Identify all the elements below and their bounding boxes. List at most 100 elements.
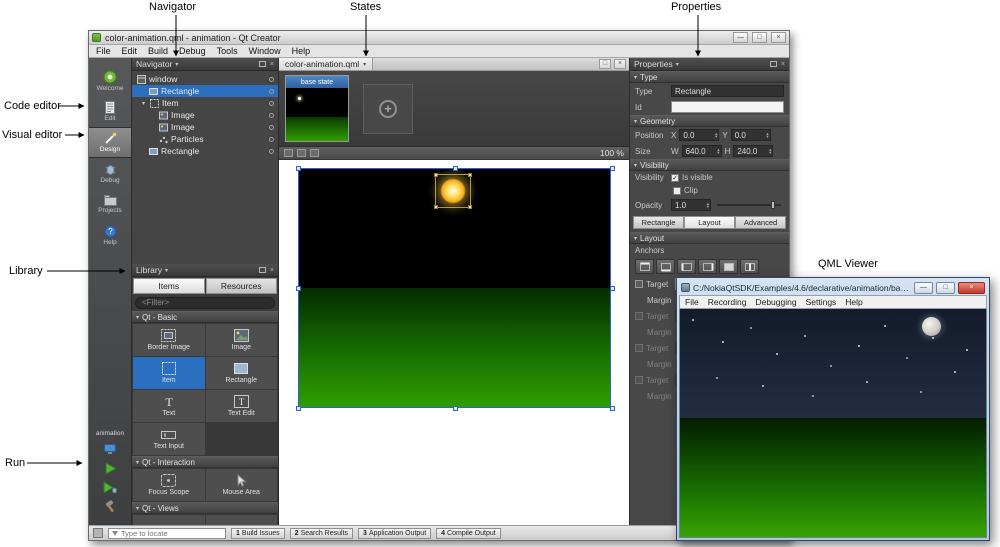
tab-advanced[interactable]: Advanced — [735, 216, 786, 229]
output-pane-compile-output[interactable]: 4 Compile Output — [436, 528, 501, 539]
mode-debug[interactable]: Debug — [89, 158, 131, 189]
menu-file[interactable]: File — [96, 46, 111, 56]
show-bounds-icon[interactable] — [310, 149, 319, 157]
document-tab[interactable]: color-animation.qml ▾ — [279, 58, 373, 70]
zoom-level[interactable]: 100 % — [600, 148, 624, 158]
tab-rectangle[interactable]: Rectangle — [633, 216, 684, 229]
creator-titlebar[interactable]: color-animation.qml - animation - Qt Cre… — [89, 31, 789, 45]
sun-resize-handle[interactable] — [468, 205, 472, 209]
target-selector-button[interactable] — [102, 442, 118, 456]
section-visibility[interactable]: ▾ Visibility — [630, 159, 789, 171]
x-spinbox[interactable]: 0.0 ▴▾ — [679, 129, 719, 141]
visibility-eye-icon[interactable] — [269, 137, 274, 142]
spinbox-arrows-icon[interactable]: ▴▾ — [707, 202, 709, 209]
tab-layout[interactable]: Layout — [684, 216, 735, 229]
menu-tools[interactable]: Tools — [217, 46, 238, 56]
navigator-item-item[interactable]: ▾ Item — [132, 97, 278, 109]
menu-debug[interactable]: Debug — [179, 46, 206, 56]
menu-recording[interactable]: Recording — [708, 297, 747, 307]
library-filter-input[interactable] — [135, 297, 275, 309]
split-panel-icon[interactable] — [259, 61, 266, 67]
scene-resize-handle[interactable] — [610, 286, 615, 291]
section-qt-interaction[interactable]: ▾ Qt - Interaction — [132, 456, 278, 468]
scene-resize-handle[interactable] — [296, 406, 301, 411]
menu-help[interactable]: Help — [292, 46, 311, 56]
type-value-field[interactable]: Rectangle — [671, 85, 784, 97]
menu-edit[interactable]: Edit — [122, 46, 138, 56]
sun-resize-handle[interactable] — [434, 205, 438, 209]
navigator-item-image[interactable]: Image — [132, 121, 278, 133]
navigator-item-window[interactable]: window — [132, 73, 278, 85]
expander-icon[interactable]: ▾ — [140, 100, 147, 107]
build-button[interactable] — [102, 499, 118, 513]
sidebar-toggle-icon[interactable] — [93, 528, 103, 538]
visibility-eye-icon[interactable] — [269, 89, 274, 94]
section-geometry[interactable]: ▾ Geometry — [630, 115, 789, 127]
spinbox-arrows-icon[interactable]: ▴▾ — [717, 148, 719, 155]
scene-resize-handle[interactable] — [296, 166, 301, 171]
visibility-eye-icon[interactable] — [269, 77, 274, 82]
locator-filter-icon[interactable] — [112, 531, 118, 536]
mode-design[interactable]: Design — [89, 127, 131, 158]
tab-items[interactable]: Items — [133, 278, 205, 294]
mode-help[interactable]: ? Help — [89, 220, 131, 251]
height-spinbox[interactable]: 240.0 ▴▾ — [733, 145, 773, 157]
spinbox-arrows-icon[interactable]: ▴▾ — [769, 148, 771, 155]
anchor-left-button[interactable] — [677, 259, 696, 274]
scene-resize-handle[interactable] — [453, 166, 458, 171]
maximize-button[interactable]: □ — [936, 282, 955, 294]
navigator-item-image[interactable]: Image — [132, 109, 278, 121]
minimize-button[interactable]: — — [733, 32, 748, 43]
spinbox-arrows-icon[interactable]: ▴▾ — [766, 132, 768, 139]
scene-resize-handle[interactable] — [610, 406, 615, 411]
run-button[interactable] — [102, 461, 118, 475]
scene-resize-handle[interactable] — [296, 286, 301, 291]
viewer-titlebar[interactable]: C:/NokiaQtSDK/Examples/4.6/declarative/a… — [679, 280, 987, 295]
navigator-item-rectangle-selected[interactable]: Rectangle — [132, 85, 278, 97]
navigator-item-particles[interactable]: Particles — [132, 133, 278, 145]
mode-projects[interactable]: Projects — [89, 189, 131, 220]
selection-tool-icon[interactable] — [284, 149, 293, 157]
scene-resize-handle[interactable] — [610, 166, 615, 171]
menu-settings[interactable]: Settings — [806, 297, 837, 307]
library-item-text-input[interactable]: Text Input — [133, 423, 205, 455]
opacity-spinbox[interactable]: 1.0 ▴▾ — [671, 199, 711, 211]
anchor-fill-button[interactable] — [719, 259, 738, 274]
close-panel-icon[interactable]: × — [270, 61, 274, 68]
chevron-down-icon[interactable]: ▾ — [676, 61, 679, 68]
library-item-text-edit[interactable]: T Text Edit — [206, 390, 278, 422]
is-visible-checkbox[interactable]: ✓ — [671, 174, 679, 182]
scene-ground-rectangle[interactable] — [299, 288, 610, 407]
sun-resize-handle[interactable] — [434, 173, 438, 177]
anchor-top-button[interactable] — [635, 259, 654, 274]
snapping-tool-icon[interactable] — [297, 149, 306, 157]
section-layout[interactable]: ▾ Layout — [630, 232, 789, 244]
clip-checkbox[interactable] — [673, 187, 681, 195]
close-button[interactable]: × — [958, 282, 985, 294]
close-document-button[interactable]: × — [614, 59, 626, 69]
anchor-bottom-button[interactable] — [656, 259, 675, 274]
output-pane-search-results[interactable]: 2 Search Results — [290, 528, 353, 539]
menu-build[interactable]: Build — [148, 46, 168, 56]
menu-debugging[interactable]: Debugging — [755, 297, 796, 307]
scene-root-rectangle[interactable] — [298, 168, 611, 408]
section-qt-views[interactable]: ▾ Qt - Views — [132, 502, 278, 514]
section-qt-basic[interactable]: ▾ Qt - Basic — [132, 311, 278, 323]
visibility-eye-icon[interactable] — [269, 113, 274, 118]
anchor-center-button[interactable] — [740, 259, 759, 274]
chevron-down-icon[interactable]: ▾ — [165, 267, 168, 274]
maximize-button[interactable]: □ — [752, 32, 767, 43]
library-item-partial[interactable] — [206, 515, 278, 525]
section-type[interactable]: ▾ Type — [630, 71, 789, 83]
menu-file[interactable]: File — [685, 297, 699, 307]
chevron-down-icon[interactable]: ▾ — [363, 61, 366, 68]
mode-edit[interactable]: Edit — [89, 96, 131, 127]
minimize-button[interactable]: — — [914, 282, 933, 294]
library-item-focus-scope[interactable]: Focus Scope — [133, 469, 205, 501]
split-editor-button[interactable]: □ — [599, 59, 611, 69]
visibility-eye-icon[interactable] — [269, 149, 274, 154]
visibility-eye-icon[interactable] — [269, 125, 274, 130]
chevron-down-icon[interactable]: ▾ — [175, 61, 178, 68]
spinbox-arrows-icon[interactable]: ▴▾ — [715, 132, 717, 139]
run-debug-button[interactable] — [102, 480, 118, 494]
